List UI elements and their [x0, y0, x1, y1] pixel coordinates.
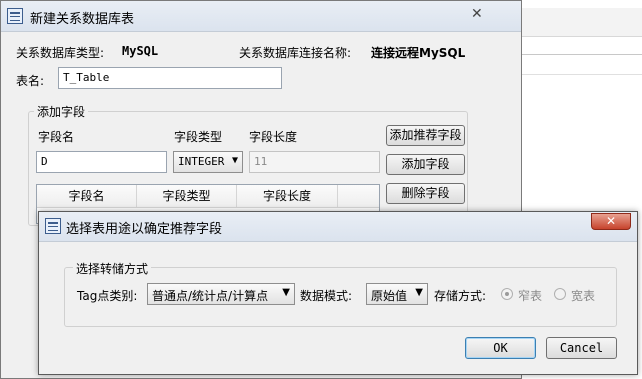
- field-type-select[interactable]: INTEGER ▼: [173, 151, 243, 173]
- title-bar: 新建关系数据库表 ✕: [1, 1, 521, 32]
- recommend-fields-dialog: 选择表用途以确定推荐字段 ✕ 选择转储方式 Tag点类别: 普通点/统计点/计算…: [38, 211, 638, 375]
- radio-narrow-icon[interactable]: [501, 288, 513, 300]
- data-mode-label: 数据模式:: [300, 289, 353, 303]
- tag-type-label: Tag点类别:: [77, 289, 138, 303]
- add-recommended-button[interactable]: 添加推荐字段: [386, 125, 465, 146]
- sub-title-bar: 选择表用途以确定推荐字段 ✕: [39, 212, 637, 242]
- field-name-input[interactable]: D: [36, 151, 167, 173]
- connection-value: 连接远程MySQL: [371, 46, 466, 60]
- app-icon: [7, 8, 23, 24]
- column-header-field-length[interactable]: 字段长度: [237, 185, 338, 207]
- table-name-label: 表名:: [16, 74, 45, 88]
- close-icon[interactable]: ✕: [471, 6, 483, 22]
- background-divider: [506, 54, 642, 55]
- field-length-label: 字段长度: [249, 130, 298, 144]
- add-field-group-title: 添加字段: [34, 103, 89, 120]
- field-type-value: INTEGER: [178, 155, 225, 168]
- dropdown-arrow-icon: ▼: [231, 155, 238, 166]
- add-field-button[interactable]: 添加字段: [386, 154, 465, 175]
- tag-type-value: 普通点/统计点/计算点: [152, 289, 269, 303]
- tag-type-select[interactable]: 普通点/统计点/计算点 ▼: [147, 283, 295, 305]
- connection-label: 关系数据库连接名称:: [239, 46, 352, 60]
- radio-wide-label: 宽表: [571, 289, 596, 303]
- ok-button[interactable]: OK: [465, 337, 536, 359]
- delete-field-button[interactable]: 删除字段: [386, 183, 465, 204]
- dropdown-arrow-icon: ▼: [415, 287, 423, 298]
- radio-wide-icon[interactable]: [554, 288, 566, 300]
- data-mode-value: 原始值: [371, 289, 408, 303]
- table-name-input[interactable]: T_Table: [58, 67, 282, 89]
- storage-mode-group-title: 选择转储方式: [73, 260, 152, 277]
- dropdown-arrow-icon: ▼: [282, 287, 290, 298]
- field-type-label: 字段类型: [174, 130, 223, 144]
- close-icon[interactable]: ✕: [591, 213, 631, 230]
- sub-app-icon: [45, 218, 61, 234]
- field-length-input: 11: [249, 151, 380, 173]
- field-name-label: 字段名: [38, 130, 75, 144]
- fields-table-header: 字段名 字段类型 字段长度: [37, 185, 379, 208]
- storage-label: 存储方式:: [434, 289, 487, 303]
- column-header-field-type[interactable]: 字段类型: [137, 185, 237, 207]
- data-mode-select[interactable]: 原始值 ▼: [366, 283, 428, 305]
- db-type-value: MySQL: [122, 44, 159, 58]
- dialog-title: 新建关系数据库表: [30, 12, 135, 27]
- db-type-label: 关系数据库类型:: [16, 46, 105, 60]
- cancel-button[interactable]: Cancel: [546, 337, 617, 359]
- sub-dialog-title: 选择表用途以确定推荐字段: [66, 222, 223, 237]
- background-toolbar: [506, 8, 642, 37]
- background-divider-2: [506, 74, 642, 75]
- column-header-field-name[interactable]: 字段名: [37, 185, 137, 207]
- radio-narrow-label: 窄表: [518, 289, 543, 303]
